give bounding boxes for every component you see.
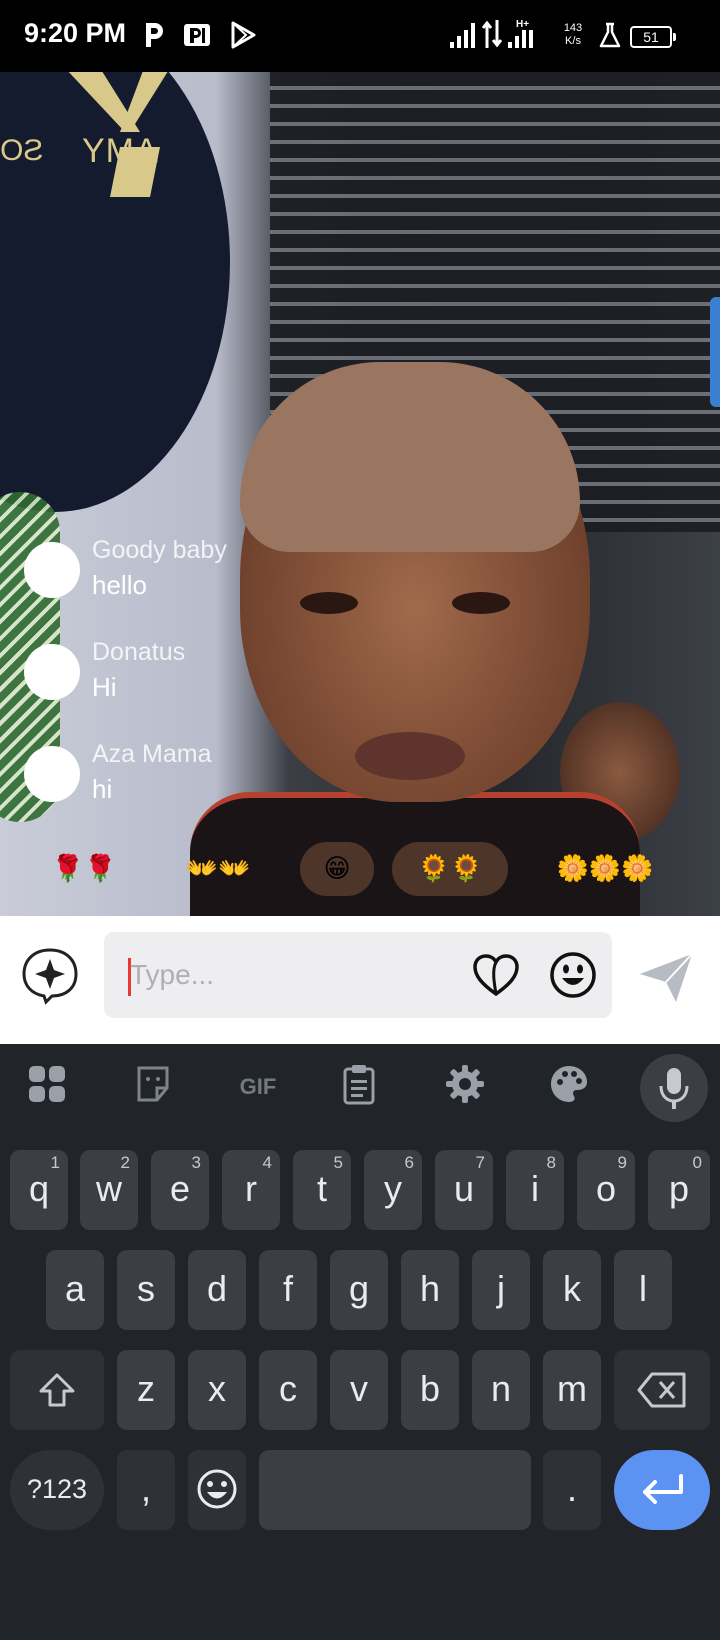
ai-sparkle-icon[interactable] — [20, 946, 80, 1006]
key-s[interactable]: s — [117, 1250, 175, 1330]
key-a[interactable]: a — [46, 1250, 104, 1330]
logo-text-mirrored: SO — [0, 134, 44, 167]
key-c[interactable]: c — [259, 1350, 317, 1430]
emoji-key-icon — [197, 1469, 237, 1509]
send-icon[interactable] — [636, 950, 696, 1006]
palette-icon[interactable] — [544, 1062, 594, 1112]
key-d[interactable]: d — [188, 1250, 246, 1330]
key-g[interactable]: g — [330, 1250, 388, 1330]
streamer — [190, 362, 640, 916]
signal-hplus-icon: H+ — [506, 18, 540, 54]
avatar[interactable] — [24, 746, 80, 802]
key-v[interactable]: v — [330, 1350, 388, 1430]
parking-app-icon — [182, 20, 210, 50]
keyboard: GIF q1 w2 e3 r4 t5 y6 u7 i8 o9 p0 a s d … — [0, 1044, 720, 1640]
key-t[interactable]: t5 — [293, 1150, 351, 1230]
play-store-icon — [228, 20, 256, 50]
mic-icon[interactable] — [640, 1054, 708, 1122]
message-bar — [0, 916, 720, 1044]
key-y[interactable]: y6 — [364, 1150, 422, 1230]
lab-flask-icon — [598, 22, 622, 54]
emoji-key[interactable] — [188, 1450, 246, 1530]
comment-text: hello — [92, 570, 147, 600]
comment-author[interactable]: Goody baby — [92, 536, 227, 565]
comment-text: hi — [92, 774, 113, 804]
streamer-eye-left — [300, 592, 358, 614]
settings-icon[interactable] — [440, 1062, 490, 1112]
status-right-group: H+ 143 K/s 51 — [448, 18, 698, 54]
reaction-blossoms[interactable]: 🌼🌼🌼 — [540, 842, 670, 896]
data-arrows-icon — [481, 18, 503, 54]
symbols-key[interactable]: ?123 — [10, 1450, 104, 1530]
key-w[interactable]: w2 — [80, 1150, 138, 1230]
heart-icon[interactable] — [472, 952, 520, 1000]
reaction-roses[interactable]: 🌹🌹 — [44, 842, 124, 896]
key-u[interactable]: u7 — [435, 1150, 493, 1230]
backspace-key[interactable] — [614, 1350, 710, 1430]
key-o[interactable]: o9 — [577, 1150, 635, 1230]
live-video[interactable]: YMA SO Goody baby hello Donatus Hi Aza M… — [0, 72, 720, 916]
key-f[interactable]: f — [259, 1250, 317, 1330]
reaction-open-hands[interactable]: 👐👐 — [176, 842, 260, 896]
streamer-cap — [240, 362, 580, 552]
key-b[interactable]: b — [401, 1350, 459, 1430]
key-p[interactable]: p0 — [648, 1150, 710, 1230]
avatar[interactable] — [24, 644, 80, 700]
status-bar: 9:20 PM H+ 143 K/s 51 — [0, 0, 720, 72]
avatar[interactable] — [24, 542, 80, 598]
enter-icon — [643, 1474, 683, 1504]
streamer-mouth — [355, 732, 465, 780]
key-h[interactable]: h — [401, 1250, 459, 1330]
emoji-icon[interactable] — [548, 950, 598, 1000]
key-z[interactable]: z — [117, 1350, 175, 1430]
net-speed-unit: K/s — [565, 35, 581, 47]
key-k[interactable]: k — [543, 1250, 601, 1330]
period-key[interactable]: . — [543, 1450, 601, 1530]
key-n[interactable]: n — [472, 1350, 530, 1430]
key-i[interactable]: i8 — [506, 1150, 564, 1230]
key-l[interactable]: l — [614, 1250, 672, 1330]
keyboard-toolbar: GIF — [0, 1044, 720, 1128]
reaction-grin[interactable]: 😁 — [300, 842, 374, 896]
message-input[interactable] — [130, 950, 430, 1000]
message-input-box[interactable] — [104, 932, 612, 1018]
comment-author[interactable]: Donatus — [92, 638, 185, 667]
key-m[interactable]: m — [543, 1350, 601, 1430]
key-e[interactable]: e3 — [151, 1150, 209, 1230]
shift-key[interactable] — [10, 1350, 104, 1430]
signal-icon — [448, 18, 480, 54]
quick-reactions: 🌹🌹 👐👐 😁 🌻🌻 🌼🌼🌼 — [0, 842, 720, 898]
reaction-sunflowers[interactable]: 🌻🌻 — [392, 842, 508, 896]
net-speed-value: 143 — [563, 22, 583, 34]
key-x[interactable]: x — [188, 1350, 246, 1430]
gif-button[interactable]: GIF — [230, 1062, 286, 1112]
comma-key[interactable]: , — [117, 1450, 175, 1530]
status-time: 9:20 PM — [24, 18, 127, 48]
apps-grid-icon[interactable] — [22, 1062, 72, 1112]
side-panel-handle[interactable] — [710, 297, 720, 407]
key-r[interactable]: r4 — [222, 1150, 280, 1230]
p-app-icon — [140, 20, 168, 50]
sticker-icon[interactable] — [128, 1062, 178, 1112]
comment-author[interactable]: Aza Mama — [92, 740, 211, 769]
backspace-icon — [637, 1372, 686, 1408]
streamer-eye-right — [452, 592, 510, 614]
logo-text: YMA — [82, 132, 159, 170]
key-q[interactable]: q1 — [10, 1150, 68, 1230]
comment-item: Goody baby hello — [24, 528, 284, 612]
key-j[interactable]: j — [472, 1250, 530, 1330]
comment-item: Donatus Hi — [24, 630, 284, 714]
enter-key[interactable] — [614, 1450, 710, 1530]
comment-text: Hi — [92, 672, 117, 702]
clipboard-icon[interactable] — [334, 1062, 384, 1112]
shift-icon — [39, 1373, 75, 1407]
space-key[interactable] — [259, 1450, 531, 1530]
battery-icon: 51 — [630, 26, 676, 48]
comment-item: Aza Mama hi — [24, 732, 284, 816]
svg-text:H+: H+ — [516, 19, 529, 30]
